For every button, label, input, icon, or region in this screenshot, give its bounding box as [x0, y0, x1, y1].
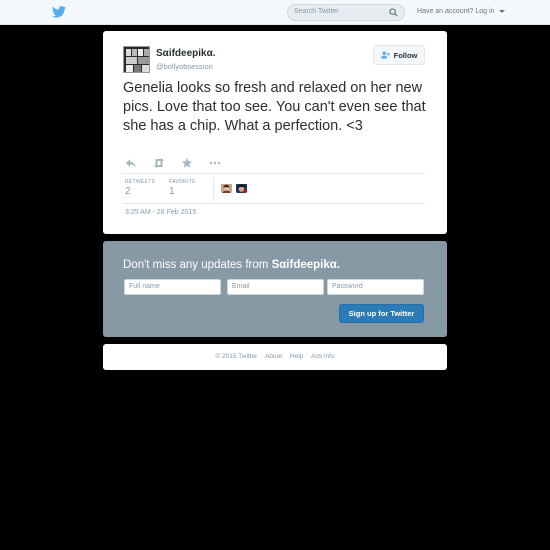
- twitter-bird-icon[interactable]: [52, 6, 66, 18]
- footer-link-help[interactable]: Help: [290, 353, 303, 360]
- avatar[interactable]: [123, 46, 150, 73]
- signup-heading-prefix: Don't miss any updates from: [123, 259, 272, 271]
- username-handle[interactable]: @bollyobsession: [156, 62, 213, 71]
- favorites-count[interactable]: 1: [169, 186, 175, 197]
- search-input[interactable]: Search Twitter: [287, 4, 405, 21]
- search-icon[interactable]: [389, 8, 398, 17]
- follow-button[interactable]: Follow: [373, 45, 425, 65]
- password-field[interactable]: Password: [327, 279, 424, 295]
- favorite-star-icon[interactable]: [181, 157, 193, 169]
- signup-panel: Don't miss any updates from Sαifdeepikα.…: [103, 241, 447, 337]
- favoriter-avatar[interactable]: [221, 182, 232, 193]
- footer-links: © 2015 Twitter About Help Ads info: [103, 353, 447, 360]
- tweet-text: Genelia looks so fresh and relaxed on he…: [123, 80, 426, 134]
- email-field[interactable]: Email: [227, 279, 324, 295]
- retweets-label: RETWEETS: [125, 179, 156, 185]
- favoriter-avatar[interactable]: [236, 182, 247, 193]
- footer-copyright: © 2015 Twitter: [215, 353, 258, 360]
- divider: [123, 203, 425, 204]
- account-menu: Have an account? Log in: [417, 8, 506, 15]
- favorites-label: FAVORITE: [169, 179, 196, 185]
- stats-divider: [213, 177, 214, 201]
- signup-button-label: Sign up for Twitter: [348, 309, 415, 318]
- retweets-count[interactable]: 2: [125, 186, 131, 197]
- reply-icon[interactable]: [125, 157, 137, 169]
- email-placeholder: Email: [232, 283, 250, 290]
- follow-label: Follow: [393, 50, 418, 60]
- avatar-image: [124, 47, 149, 72]
- display-name[interactable]: Sαifdeepikα.: [156, 48, 216, 59]
- signup-heading: Don't miss any updates from Sαifdeepikα.: [123, 259, 340, 271]
- footer-link-ads-info[interactable]: Ads info: [311, 353, 335, 360]
- more-options-icon[interactable]: [209, 157, 221, 169]
- login-link[interactable]: Log in: [475, 8, 494, 15]
- favoriter-avatar-image: [236, 184, 247, 193]
- signup-heading-name: Sαifdeepikα.: [271, 259, 341, 271]
- account-prompt: Have an account?: [417, 8, 474, 15]
- tweet-card: Sαifdeepikα. @bollyobsession Follow Gene…: [103, 31, 447, 234]
- tweet-timestamp[interactable]: 3:25 AM - 28 Feb 2015: [125, 209, 196, 216]
- full-name-placeholder: Full name: [129, 283, 160, 290]
- full-name-field[interactable]: Full name: [124, 279, 221, 295]
- divider: [123, 173, 425, 174]
- password-placeholder: Password: [332, 283, 363, 290]
- favoriter-avatar-image: [221, 184, 232, 193]
- retweet-icon[interactable]: [153, 157, 165, 169]
- footer-link-about[interactable]: About: [265, 353, 282, 360]
- chevron-down-icon[interactable]: [499, 9, 506, 13]
- top-nav-bar: Search Twitter Have an account? Log in: [0, 0, 550, 25]
- footer: © 2015 Twitter About Help Ads info: [103, 344, 447, 370]
- add-user-icon: [380, 51, 390, 59]
- search-placeholder: Search Twitter: [294, 8, 339, 15]
- signup-button[interactable]: Sign up for Twitter: [339, 304, 424, 323]
